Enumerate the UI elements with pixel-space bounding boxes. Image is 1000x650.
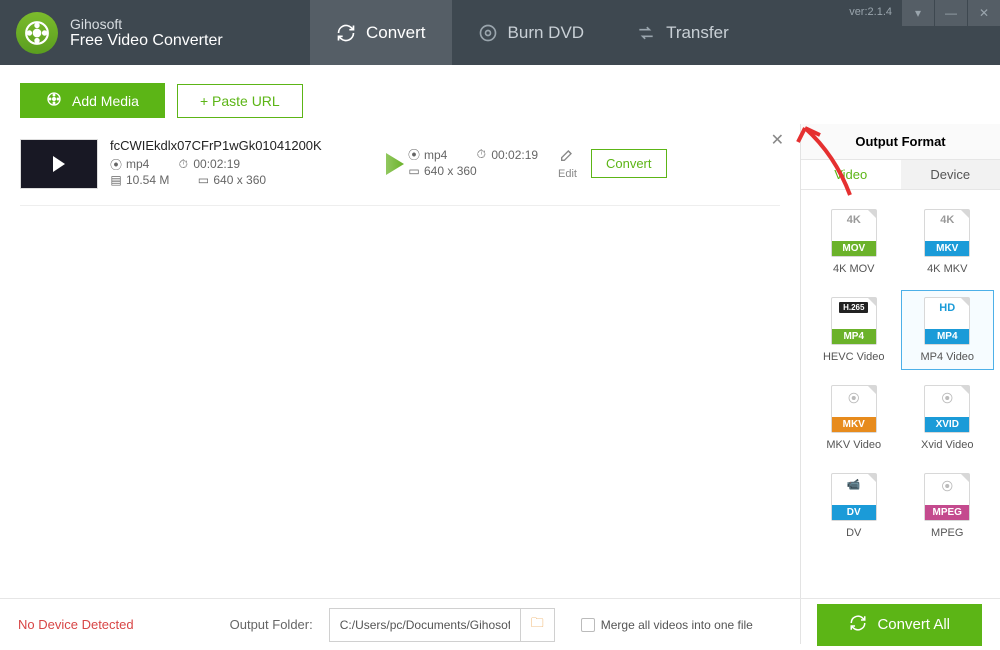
nav-label-burn: Burn DVD	[508, 23, 585, 43]
transfer-icon	[636, 23, 656, 43]
footer-bar: No Device Detected Output Folder: 🗀 Merg…	[0, 598, 1000, 650]
film-icon	[46, 91, 62, 110]
format-icon: ⦿	[110, 158, 122, 170]
arrow-icon	[348, 149, 408, 179]
format-label: MPEG	[931, 527, 963, 539]
checkbox-icon	[581, 618, 595, 632]
format-mpeg-mpeg[interactable]: ⦿MPEG MPEG	[901, 466, 995, 546]
edit-button[interactable]: Edit	[558, 147, 577, 180]
merge-checkbox[interactable]: Merge all videos into one file	[581, 618, 753, 632]
file-icon: H.265MP4	[831, 297, 877, 345]
format-label: MKV Video	[826, 439, 881, 451]
nav-label-transfer: Transfer	[666, 23, 729, 43]
file-icon: HDMP4	[924, 297, 970, 345]
dropdown-button[interactable]: ▾	[902, 0, 934, 26]
format-mkv-mkv-video[interactable]: ⦿MKV MKV Video	[807, 378, 901, 458]
format-label: HEVC Video	[823, 351, 885, 363]
nav-tab-burn[interactable]: Burn DVD	[452, 0, 611, 65]
file-item[interactable]: fcCWIEkdlx07CFrP1wGk01041200K ⦿mp4 ⏱00:0…	[20, 124, 780, 206]
file-icon: 4KMKV	[924, 209, 970, 257]
format-mp4-mp4-video[interactable]: HDMP4 MP4 Video	[901, 290, 995, 370]
file-list: fcCWIEkdlx07CFrP1wGk01041200K ⦿mp4 ⏱00:0…	[0, 124, 800, 644]
version-label: ver:2.1.4	[849, 6, 892, 18]
toolbar: Add Media + Paste URL	[0, 65, 1000, 124]
nav-tab-transfer[interactable]: Transfer	[610, 0, 755, 65]
convert-all-button[interactable]: Convert All	[817, 604, 982, 646]
video-thumbnail[interactable]	[20, 139, 98, 189]
format-mkv-4k-mkv[interactable]: 4KMKV 4K MKV	[901, 202, 995, 282]
format-mp4-hevc-video[interactable]: H.265MP4 HEVC Video	[807, 290, 901, 370]
title-bar: Gihosoft Free Video Converter Convert Bu…	[0, 0, 1000, 65]
file-icon: ⦿MKV	[831, 385, 877, 433]
resolution-icon: ▭	[408, 165, 420, 177]
add-media-label: Add Media	[72, 93, 139, 109]
format-label: 4K MKV	[927, 263, 967, 275]
brand-name: Gihosoft	[70, 16, 223, 32]
convert-button[interactable]: Convert	[591, 149, 667, 178]
device-status: No Device Detected	[18, 617, 134, 632]
format-mov-4k-mov[interactable]: 4KMOV 4K MOV	[807, 202, 901, 282]
format-xvid-xvid-video[interactable]: ⦿XVID Xvid Video	[901, 378, 995, 458]
format-label: Xvid Video	[921, 439, 973, 451]
edit-icon	[559, 147, 575, 166]
output-folder-input[interactable]	[330, 612, 520, 638]
disc-icon	[478, 23, 498, 43]
panel-title: Output Format	[801, 124, 1000, 160]
clock-icon: ⏱	[475, 149, 487, 161]
tab-device[interactable]: Device	[901, 160, 1000, 189]
format-label: MP4 Video	[920, 351, 974, 363]
browse-folder-button[interactable]: 🗀	[520, 609, 554, 641]
resolution-icon: ▭	[197, 174, 209, 186]
output-folder-label: Output Folder:	[230, 617, 313, 632]
format-label: DV	[846, 527, 861, 539]
file-icon: ⦿XVID	[924, 385, 970, 433]
file-icon: 📹DV	[831, 473, 877, 521]
folder-icon: 🗀	[531, 615, 544, 630]
format-label: 4K MOV	[833, 263, 875, 275]
output-format-panel: Output Format Video Device 4KMOV4K MOV4K…	[800, 124, 1000, 644]
minimize-button[interactable]: —	[935, 0, 967, 26]
nav-tab-convert[interactable]: Convert	[310, 0, 452, 65]
brand-block: Gihosoft Free Video Converter	[0, 12, 310, 54]
format-dv-dv[interactable]: 📹DV DV	[807, 466, 901, 546]
refresh-icon	[336, 23, 356, 43]
add-media-button[interactable]: Add Media	[20, 83, 165, 118]
close-button[interactable]: ✕	[968, 0, 1000, 26]
file-icon: ⦿MPEG	[924, 473, 970, 521]
file-icon: 4KMOV	[831, 209, 877, 257]
file-name: fcCWIEkdlx07CFrP1wGk01041200K	[110, 138, 348, 153]
file-input-info: fcCWIEkdlx07CFrP1wGk01041200K ⦿mp4 ⏱00:0…	[98, 138, 348, 189]
window-controls: ▾ — ✕	[901, 0, 1000, 26]
nav-tabs: Convert Burn DVD Transfer	[310, 0, 755, 65]
clock-icon: ⏱	[177, 158, 189, 170]
format-icon: ⦿	[408, 149, 420, 161]
size-icon: ▤	[110, 174, 122, 186]
refresh-icon	[849, 614, 867, 636]
tab-video[interactable]: Video	[801, 160, 901, 189]
logo-icon	[16, 12, 58, 54]
formats-grid: 4KMOV 4K MOV 4KMKV 4K MKV H.265MP4 HEVC Video…	[801, 190, 1000, 558]
paste-url-button[interactable]: + Paste URL	[177, 84, 303, 118]
remove-file-button[interactable]: ✕	[771, 130, 784, 150]
file-output-info: ⦿mp4 ⏱00:02:19 ▭640 x 360	[408, 148, 558, 180]
nav-label-convert: Convert	[366, 23, 426, 43]
product-name: Free Video Converter	[70, 32, 223, 50]
